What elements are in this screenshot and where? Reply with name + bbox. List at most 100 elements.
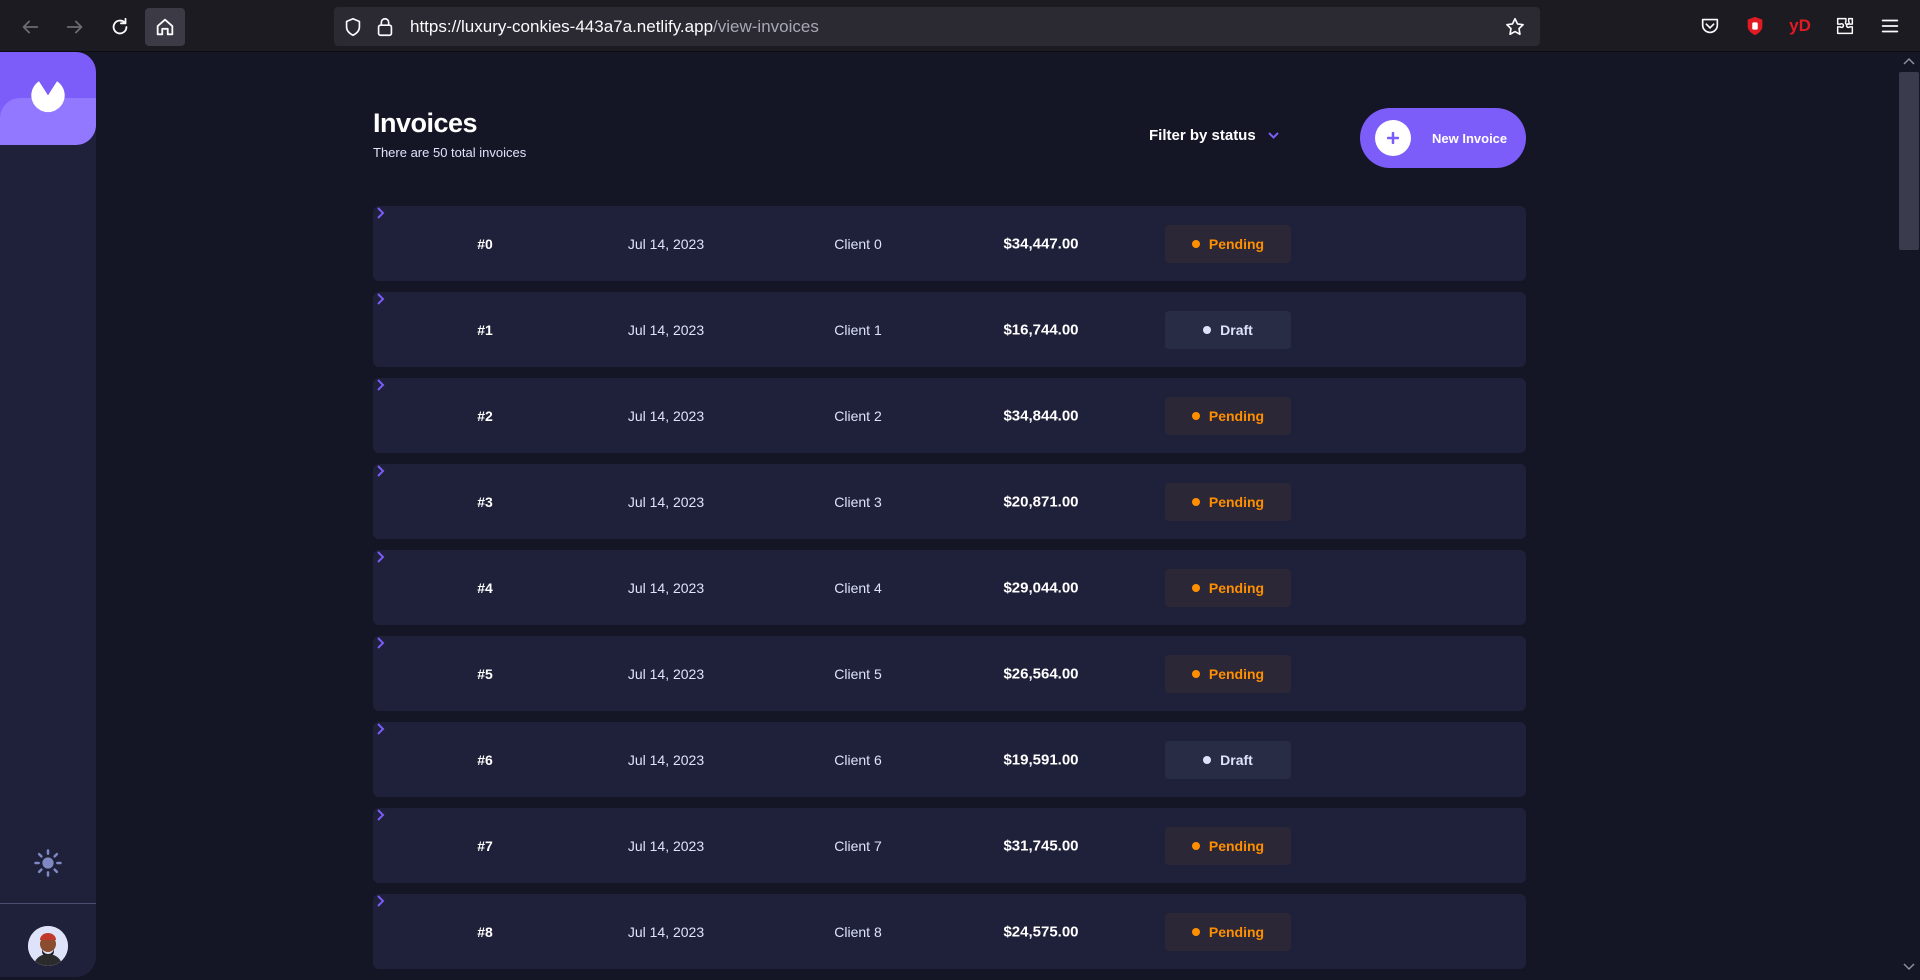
status-label: Draft xyxy=(1220,321,1253,338)
status-badge: Draft xyxy=(1165,740,1291,779)
chevron-right-icon[interactable] xyxy=(373,464,387,478)
invoice-row[interactable]: #2 Jul 14, 2023 Client 2 $34,844.00 Pend… xyxy=(373,378,1526,453)
scroll-down-arrow-icon[interactable] xyxy=(1902,962,1916,972)
invoice-amount: $16,744.00 xyxy=(1003,321,1079,338)
chevron-right-icon[interactable] xyxy=(373,894,387,908)
status-badge: Pending xyxy=(1165,568,1291,607)
address-bar[interactable]: https://luxury-conkies-443a7a.netlify.ap… xyxy=(334,7,1540,46)
status-badge: Pending xyxy=(1165,654,1291,693)
status-label: Pending xyxy=(1208,923,1265,940)
invoice-amount: $26,564.00 xyxy=(1003,665,1079,682)
new-invoice-button[interactable]: New Invoice xyxy=(1360,108,1526,168)
logo[interactable] xyxy=(0,52,96,145)
page-title: Invoices xyxy=(373,108,478,138)
home-icon[interactable] xyxy=(145,8,185,46)
invoice-date: Jul 14, 2023 xyxy=(627,751,705,768)
extensions-icon[interactable] xyxy=(1831,12,1859,40)
invoice-row[interactable]: #7 Jul 14, 2023 Client 7 $31,745.00 Pend… xyxy=(373,808,1526,883)
invoice-client: Client 7 xyxy=(834,837,882,854)
scroll-up-arrow-icon[interactable] xyxy=(1902,56,1916,66)
chevron-right-icon[interactable] xyxy=(373,550,387,564)
status-badge: Pending xyxy=(1165,826,1291,865)
avatar[interactable] xyxy=(28,926,68,966)
chevron-right-icon[interactable] xyxy=(373,636,387,650)
invoice-date: Jul 14, 2023 xyxy=(627,837,705,854)
invoice-client: Client 2 xyxy=(834,407,882,424)
invoice-row[interactable]: #0 Jul 14, 2023 Client 0 $34,447.00 Pend… xyxy=(373,206,1526,281)
status-badge: Pending xyxy=(1165,224,1291,263)
chevron-right-icon[interactable] xyxy=(373,808,387,822)
invoice-row[interactable]: #6 Jul 14, 2023 Client 6 $19,591.00 Draf… xyxy=(373,722,1526,797)
url-host: https://luxury-conkies-443a7a.netlify.ap… xyxy=(410,17,714,36)
invoice-list: #0 Jul 14, 2023 Client 0 $34,447.00 Pend… xyxy=(373,206,1526,980)
forward-arrow-icon[interactable] xyxy=(55,8,95,46)
invoice-id: #1 xyxy=(477,321,493,338)
new-invoice-label: New Invoice xyxy=(1432,130,1508,146)
invoice-row[interactable]: #3 Jul 14, 2023 Client 3 $20,871.00 Pend… xyxy=(373,464,1526,539)
invoice-client: Client 5 xyxy=(834,665,882,682)
invoice-id: #6 xyxy=(477,751,493,768)
invoice-row[interactable]: #8 Jul 14, 2023 Client 8 $24,575.00 Pend… xyxy=(373,894,1526,969)
invoice-count: There are 50 total invoices xyxy=(373,145,527,160)
invoice-row[interactable]: #5 Jul 14, 2023 Client 5 $26,564.00 Pend… xyxy=(373,636,1526,711)
status-label: Pending xyxy=(1208,837,1265,854)
app-sidebar xyxy=(0,52,96,977)
invoice-amount: $24,575.00 xyxy=(1003,923,1079,940)
chevron-right-icon[interactable] xyxy=(373,722,387,736)
chevron-right-icon[interactable] xyxy=(373,292,387,306)
filter-label: Filter by status xyxy=(1149,127,1256,144)
logo-icon xyxy=(31,81,65,113)
invoice-client: Client 3 xyxy=(834,493,882,510)
invoice-date: Jul 14, 2023 xyxy=(627,321,705,338)
invoice-amount: $29,044.00 xyxy=(1003,579,1079,596)
chevron-right-icon[interactable] xyxy=(373,206,387,220)
invoice-date: Jul 14, 2023 xyxy=(627,493,705,510)
status-label: Draft xyxy=(1220,751,1253,768)
status-label: Pending xyxy=(1208,579,1265,596)
url-text[interactable]: https://luxury-conkies-443a7a.netlify.ap… xyxy=(410,17,819,37)
lock-icon[interactable] xyxy=(374,16,396,38)
menu-icon[interactable] xyxy=(1876,12,1904,40)
status-dot xyxy=(1191,927,1200,936)
status-dot xyxy=(1191,497,1200,506)
invoice-client: Client 0 xyxy=(834,235,882,252)
url-path: /view-invoices xyxy=(713,17,819,36)
status-badge: Pending xyxy=(1165,396,1291,435)
invoice-date: Jul 14, 2023 xyxy=(627,235,705,252)
invoice-client: Client 4 xyxy=(834,579,882,596)
star-icon[interactable] xyxy=(1504,16,1526,38)
invoice-id: #0 xyxy=(477,235,493,252)
invoice-client: Client 1 xyxy=(834,321,882,338)
invoice-id: #5 xyxy=(477,665,493,682)
sun-icon[interactable] xyxy=(33,848,63,878)
status-label: Pending xyxy=(1208,665,1265,682)
status-dot xyxy=(1191,583,1200,592)
status-dot xyxy=(1191,239,1200,248)
filter-by-status-dropdown[interactable]: Filter by status xyxy=(1149,127,1279,144)
invoice-amount: $19,591.00 xyxy=(1003,751,1079,768)
status-label: Pending xyxy=(1208,235,1265,252)
invoice-id: #8 xyxy=(477,923,493,940)
back-arrow-icon[interactable] xyxy=(10,8,50,46)
ublock-icon[interactable] xyxy=(1741,12,1769,40)
chevron-right-icon[interactable] xyxy=(373,378,387,392)
invoice-date: Jul 14, 2023 xyxy=(627,579,705,596)
invoice-row[interactable]: #1 Jul 14, 2023 Client 1 $16,744.00 Draf… xyxy=(373,292,1526,367)
pocket-icon[interactable] xyxy=(1696,12,1724,40)
sidebar-divider xyxy=(0,903,96,904)
yd-extension-icon[interactable]: yD xyxy=(1786,12,1814,40)
invoice-client: Client 8 xyxy=(834,923,882,940)
status-dot xyxy=(1203,325,1212,334)
reload-icon[interactable] xyxy=(100,8,140,46)
invoice-date: Jul 14, 2023 xyxy=(627,923,705,940)
status-label: Pending xyxy=(1208,407,1265,424)
invoice-id: #2 xyxy=(477,407,493,424)
invoice-amount: $31,745.00 xyxy=(1003,837,1079,854)
invoice-amount: $34,844.00 xyxy=(1003,407,1079,424)
status-dot xyxy=(1191,841,1200,850)
invoice-date: Jul 14, 2023 xyxy=(627,407,705,424)
invoice-row[interactable]: #4 Jul 14, 2023 Client 4 $29,044.00 Pend… xyxy=(373,550,1526,625)
scrollbar-thumb[interactable] xyxy=(1899,72,1919,250)
shield-icon[interactable] xyxy=(342,16,364,38)
status-badge: Draft xyxy=(1165,310,1291,349)
